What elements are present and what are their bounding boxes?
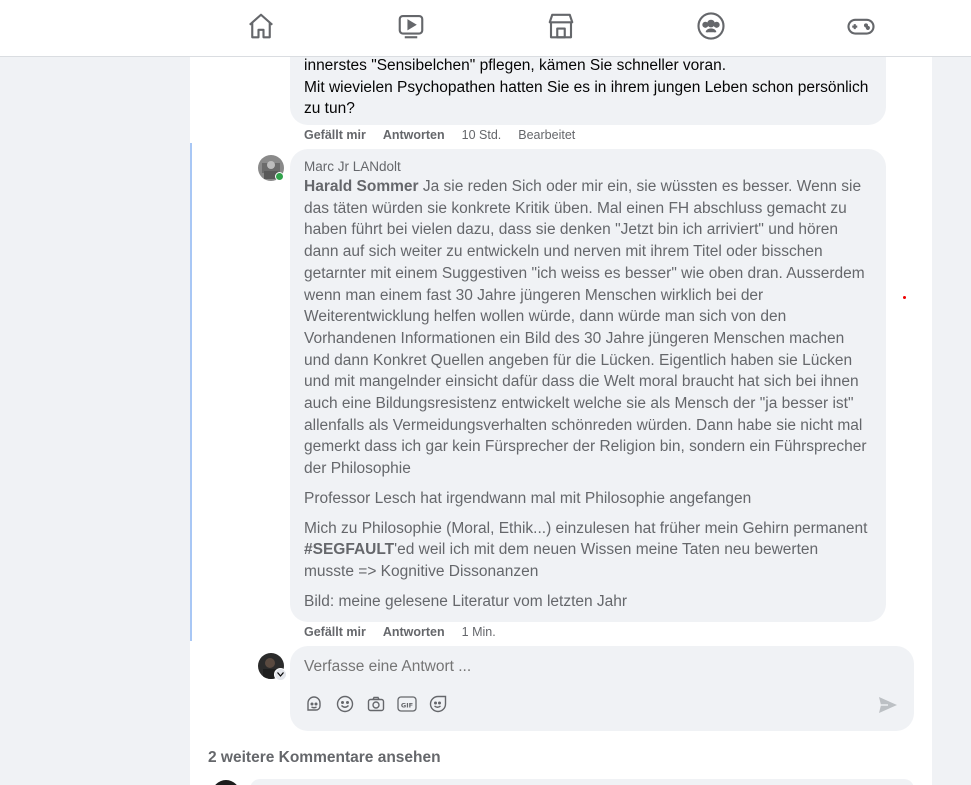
home-icon[interactable]	[245, 10, 277, 42]
previous-comment-actions: Gefällt mir Antworten 10 Std. Bearbeitet	[304, 128, 592, 142]
comment-paragraph: Mich zu Philosophie (Moral, Ethik...) ei…	[304, 518, 872, 583]
emoji-icon[interactable]	[335, 694, 355, 714]
reply-comment-actions: Gefällt mir Antworten 1 Min.	[304, 625, 513, 639]
camera-icon[interactable]	[366, 694, 386, 714]
online-status-dot	[275, 172, 284, 181]
top-navigation-bar	[0, 0, 971, 57]
view-more-comments-link[interactable]: 2 weitere Kommentare ansehen	[208, 749, 441, 767]
watch-icon[interactable]	[395, 10, 427, 42]
comment-timestamp[interactable]: 1 Min.	[462, 625, 496, 639]
hashtag-link[interactable]: #SEGFAULT	[304, 541, 394, 558]
comment-paragraph: Harald Sommer Ja sie reden Sich oder mir…	[304, 176, 872, 480]
edited-label: Bearbeitet	[518, 128, 576, 142]
send-icon[interactable]	[878, 696, 898, 714]
previous-comment-line-1: innerstes "Sensibelchen" pflegen, kämen …	[304, 57, 726, 74]
comments-panel: innerstes "Sensibelchen" pflegen, kämen …	[190, 57, 932, 785]
svg-text:GIF: GIF	[401, 701, 413, 709]
comment-paragraph: Bild: meine gelesene Literatur vom letzt…	[304, 592, 628, 610]
groups-icon[interactable]	[695, 10, 727, 42]
previous-comment-bubble: innerstes "Sensibelchen" pflegen, kämen …	[290, 57, 886, 125]
composer-toolbar: GIF	[304, 694, 448, 714]
reply-button[interactable]: Antworten	[383, 625, 445, 639]
mention-link[interactable]: Harald Sommer	[304, 178, 419, 195]
comment-timestamp[interactable]: 10 Std.	[462, 128, 502, 142]
comment-text: Mich zu Philosophie (Moral, Ethik...) ei…	[304, 519, 868, 537]
thread-line	[190, 143, 192, 641]
previous-comment-line-2: Mit wievielen Psychopathen hatten Sie es…	[304, 78, 869, 118]
red-marker	[903, 296, 906, 299]
gif-icon[interactable]: GIF	[397, 694, 417, 714]
comment-text: Ja sie reden Sich oder mir ein, sie wüss…	[304, 178, 867, 478]
comment-paragraph: Professor Lesch hat irgendwann mal mit P…	[304, 489, 752, 507]
next-comment-bubble	[250, 779, 914, 785]
gaming-icon[interactable]	[845, 10, 877, 42]
reply-comment-bubble: Marc Jr LANdolt Harald Sommer Ja sie red…	[290, 149, 886, 622]
sticker-icon[interactable]	[428, 694, 448, 714]
avatar[interactable]	[212, 780, 240, 785]
chevron-down-icon[interactable]	[274, 668, 287, 681]
reply-composer: GIF	[290, 646, 914, 731]
reply-button[interactable]: Antworten	[383, 128, 445, 142]
like-button[interactable]: Gefällt mir	[304, 625, 366, 639]
comment-author[interactable]: Marc Jr LANdolt	[304, 159, 872, 174]
like-button[interactable]: Gefällt mir	[304, 128, 366, 142]
marketplace-icon[interactable]	[545, 10, 577, 42]
reply-input[interactable]	[304, 658, 864, 676]
avatar-sticker-icon[interactable]	[304, 694, 324, 714]
